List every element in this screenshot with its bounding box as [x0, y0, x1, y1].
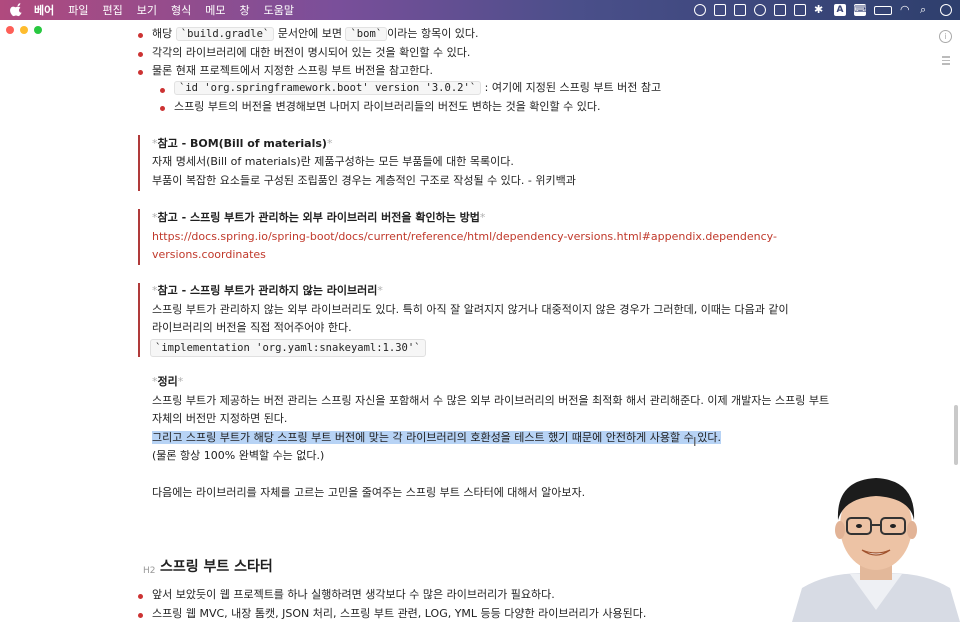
inline-code: `id 'org.springframework.boot' version '… [174, 81, 482, 95]
sub-list-item: 스프링 부트의 버전을 변경해보면 나머지 라이브러리들의 버전도 변하는 것을… [174, 100, 601, 113]
inline-code: `bom` [345, 27, 388, 41]
highlighted-sentence[interactable]: 그리고 스프링 부트가 해당 스프링 부트 버전에 맞는 각 라이브러리의 호환… [152, 431, 721, 444]
markdown-marker: * [377, 284, 383, 297]
selected-text[interactable]: 그리고 스프링 부트가 해당 스프링 부트 버전에 맞는 각 라이브러리의 호환… [152, 429, 721, 447]
summary-line: 스프링 부트가 제공하는 버전 관리는 스프링 자신을 포함해서 수 많은 외부… [152, 394, 830, 407]
summary-line: 자체의 버전만 지정하면 된다. [152, 412, 288, 425]
input-source-icon[interactable]: A [834, 4, 846, 16]
list-item: 앞서 보았듯이 웹 프로젝트를 하나 실행하려면 생각보다 수 많은 라이브러리… [152, 588, 555, 601]
quote-line: 부품이 복잡한 요소들로 구성된 조립품인 경우는 계층적인 구조로 작성될 수… [152, 174, 576, 187]
bullet-dot [160, 88, 165, 93]
bullet-dot [138, 52, 143, 57]
sub-list-item: `id 'org.springframework.boot' version '… [174, 79, 661, 97]
list-item-text: 이라는 항목이 있다. [387, 27, 479, 40]
inline-code: `implementation 'org.yaml:snakeyaml:1.30… [150, 339, 426, 357]
sync-icon[interactable] [754, 4, 766, 16]
outline-icon[interactable] [942, 56, 950, 66]
doc-link[interactable]: https://docs.spring.io/spring-boot/docs/… [152, 228, 777, 246]
window-controls [6, 26, 42, 34]
list-item: 해당 `build.gradle` 문서안에 보면 `bom` 이라는 항목이 있… [152, 25, 479, 43]
quote-line: 자재 명세서(Bill of materials)란 제품구성하는 모든 부품들… [152, 155, 514, 168]
summary-line: (물론 항상 100% 완벽할 수는 없다.) [152, 449, 325, 462]
summary-title: *정리* [152, 373, 183, 391]
keyboard-icon[interactable]: ⌨ [854, 4, 867, 16]
bluetooth-icon[interactable]: ✱ [814, 4, 826, 16]
menu-app-name[interactable]: 베어 [34, 2, 54, 18]
bullet-dot [138, 613, 143, 618]
list-item: 각각의 라이브러리에 대한 버전이 명시되어 있는 것을 확인할 수 있다. [152, 46, 471, 59]
status-icons: ✱ A ⌨ ◠ ⌕ [694, 0, 952, 20]
quote-line: 스프링 부트가 관리하지 않는 외부 라이브러리도 있다. 특히 아직 잘 알려… [152, 303, 789, 316]
menu-edit[interactable]: 편집 [103, 2, 123, 18]
list-item: 물론 현재 프로젝트에서 지정한 스프링 부트 버전을 참고한다. [152, 64, 433, 77]
menu-view[interactable]: 보기 [137, 2, 157, 18]
quote-title: *참고 - BOM(Bill of materials)* [152, 135, 332, 153]
presenter-webcam [792, 470, 960, 622]
maximize-button[interactable] [34, 26, 42, 34]
list-item-text: : 여기에 지정된 스프링 부트 버전 참고 [481, 81, 662, 94]
doc-link-continued[interactable]: versions.coordinates [152, 246, 266, 264]
summary-title-text: 정리 [157, 375, 178, 388]
info-icon[interactable]: i [939, 30, 952, 43]
menu-help[interactable]: 도움말 [264, 2, 294, 18]
wifi-icon[interactable]: ◠ [900, 4, 912, 16]
inline-code: `build.gradle` [175, 27, 275, 41]
text-cursor-icon: I [693, 435, 697, 449]
quote-title-text: 참고 - BOM(Bill of materials) [157, 137, 327, 150]
quote-title-text: 참고 - 스프링 부트가 관리하지 않는 라이브러리 [157, 284, 378, 297]
menu-file[interactable]: 파일 [68, 2, 88, 18]
close-button[interactable] [6, 26, 14, 34]
markdown-marker: * [177, 375, 184, 388]
paragraph: 다음에는 라이브러리를 자체를 고르는 고민을 줄여주는 스프링 부트 스타터에… [152, 486, 586, 499]
control-center-icon[interactable] [940, 4, 952, 16]
quote-title: *참고 - 스프링 부트가 관리하는 외부 라이브러리 버전을 확인하는 방법* [152, 209, 485, 227]
menu-bar: 베어 파일 편집 보기 형식 메모 창 도움말 ✱ A ⌨ ◠ ⌕ [0, 0, 960, 20]
quote-bar [138, 283, 140, 357]
screen-icon[interactable] [714, 4, 726, 16]
quote-line: 라이브러리의 버전을 직접 적어주어야 한다. [152, 321, 352, 334]
quote-title-text: 참고 - 스프링 부트가 관리하는 외부 라이브러리 버전을 확인하는 방법 [157, 211, 480, 224]
list-item-text: 해당 [152, 27, 176, 40]
apple-icon[interactable] [10, 3, 24, 17]
quote-title: *참고 - 스프링 부트가 관리하지 않는 라이브러리* [152, 282, 383, 300]
grid-icon[interactable] [794, 4, 806, 16]
menu-note[interactable]: 메모 [205, 2, 225, 18]
presenter-image [792, 470, 960, 622]
record-icon[interactable] [694, 4, 706, 16]
minimize-button[interactable] [20, 26, 28, 34]
list-item: 스프링 웹 MVC, 내장 톰캣, JSON 처리, 스프링 부트 관련, LO… [152, 607, 647, 620]
bullet-dot [138, 33, 143, 38]
markdown-marker: * [326, 137, 333, 150]
list-item-text: 문서안에 보면 [274, 27, 346, 40]
search-icon[interactable]: ⌕ [920, 4, 932, 16]
quote-bar [138, 209, 140, 265]
bullet-dot [138, 70, 143, 75]
display-icon[interactable] [734, 4, 746, 16]
scrollbar[interactable] [954, 405, 958, 465]
menu-format[interactable]: 형식 [171, 2, 191, 18]
bullet-dot [138, 594, 143, 599]
markdown-marker: * [479, 211, 486, 224]
battery-icon[interactable] [874, 5, 892, 15]
bullet-dot [160, 106, 165, 111]
heading-level-tag: H2 [143, 566, 156, 576]
quote-bar [138, 135, 140, 191]
section-heading: 스프링 부트 스타터 [160, 559, 273, 575]
window-icon[interactable] [774, 4, 786, 16]
menu-window[interactable]: 창 [240, 2, 250, 18]
